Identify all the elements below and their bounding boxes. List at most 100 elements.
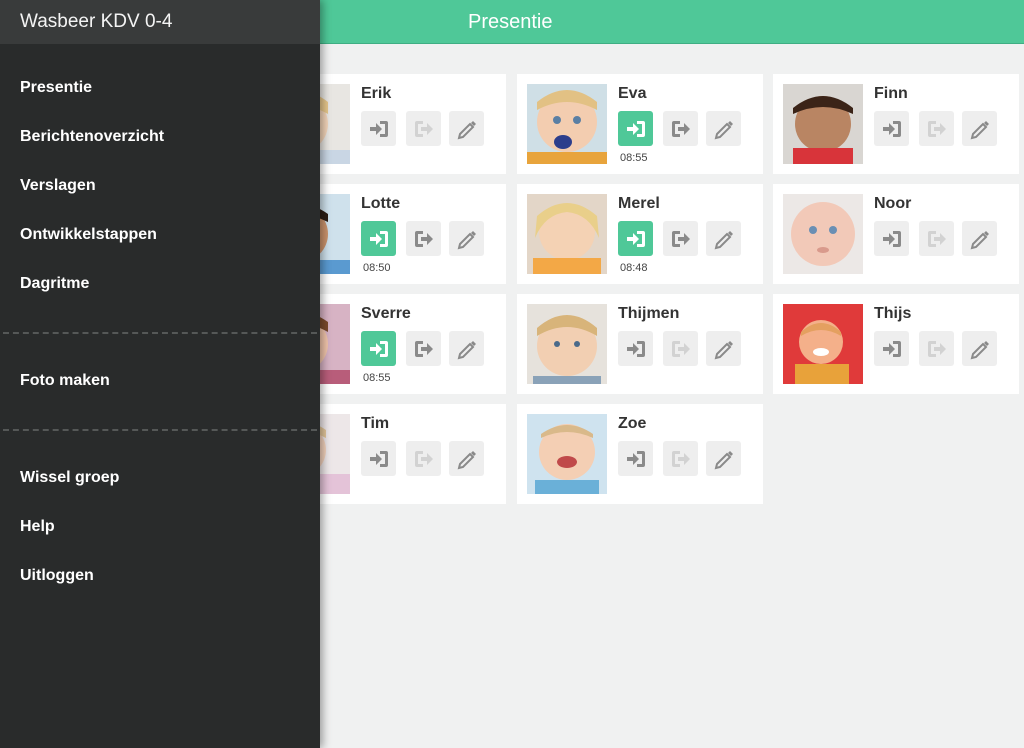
child-card-zoe[interactable]: Zoe <box>517 404 763 504</box>
pencil-icon <box>970 230 989 249</box>
sign-out-icon <box>927 120 946 137</box>
sign-in-icon <box>626 340 645 357</box>
check-in-button[interactable] <box>361 111 396 146</box>
edit-button[interactable] <box>706 221 741 256</box>
edit-button[interactable] <box>962 331 997 366</box>
child-name: Zoe <box>618 415 647 432</box>
edit-button[interactable] <box>449 331 484 366</box>
child-name: Merel <box>618 195 660 212</box>
check-in-button[interactable] <box>361 441 396 476</box>
check-in-button[interactable] <box>361 221 396 256</box>
menu-divider <box>3 332 317 334</box>
check-out-button[interactable] <box>919 111 954 146</box>
child-photo <box>783 84 863 164</box>
child-name: Thijs <box>874 305 912 322</box>
check-out-button[interactable] <box>406 441 441 476</box>
sign-in-icon <box>882 120 901 137</box>
sidebar-item-foto-maken[interactable]: Foto maken <box>20 372 110 390</box>
sidebar-item-wissel-groep[interactable]: Wissel groep <box>20 469 119 487</box>
check-in-button[interactable] <box>874 221 909 256</box>
edit-button[interactable] <box>706 331 741 366</box>
sign-out-icon <box>927 340 946 357</box>
sidebar-item-uitloggen[interactable]: Uitloggen <box>20 567 94 585</box>
child-photo <box>527 414 607 494</box>
check-in-button[interactable] <box>618 111 653 146</box>
check-out-button[interactable] <box>663 221 698 256</box>
page-title: Presentie <box>468 11 553 33</box>
check-out-button[interactable] <box>406 221 441 256</box>
child-name: Finn <box>874 85 908 102</box>
edit-button[interactable] <box>449 441 484 476</box>
pencil-icon <box>457 340 476 359</box>
child-name: Thijmen <box>618 305 680 322</box>
group-name: Wasbeer KDV 0-4 <box>0 0 320 44</box>
sidebar-item-verslagen[interactable]: Verslagen <box>20 177 96 195</box>
pencil-icon <box>714 120 733 139</box>
check-out-button[interactable] <box>663 441 698 476</box>
child-photo <box>783 304 863 384</box>
check-in-time: 08:55 <box>363 372 391 384</box>
pencil-icon <box>457 230 476 249</box>
pencil-icon <box>714 340 733 359</box>
edit-button[interactable] <box>449 111 484 146</box>
sign-out-icon <box>414 340 433 357</box>
pencil-icon <box>457 120 476 139</box>
sign-in-icon <box>882 230 901 247</box>
sign-in-icon <box>369 120 388 137</box>
pencil-icon <box>714 230 733 249</box>
edit-button[interactable] <box>962 111 997 146</box>
sign-out-icon <box>927 230 946 247</box>
child-card-eva[interactable]: Eva 08:55 <box>517 74 763 174</box>
pencil-icon <box>970 120 989 139</box>
child-name: Noor <box>874 195 912 212</box>
sidebar-item-berichtenoverzicht[interactable]: Berichtenoverzicht <box>20 128 164 146</box>
sign-out-icon <box>414 120 433 137</box>
child-name: Sverre <box>361 305 411 322</box>
edit-button[interactable] <box>962 221 997 256</box>
child-photo <box>527 304 607 384</box>
sidebar-item-ontwikkelstappen[interactable]: Ontwikkelstappen <box>20 226 157 244</box>
sign-out-icon <box>671 120 690 137</box>
edit-button[interactable] <box>449 221 484 256</box>
check-out-button[interactable] <box>919 221 954 256</box>
child-name: Lotte <box>361 195 401 212</box>
check-in-button[interactable] <box>618 221 653 256</box>
check-out-button[interactable] <box>663 331 698 366</box>
check-out-button[interactable] <box>663 111 698 146</box>
check-in-time: 08:50 <box>363 262 391 274</box>
pencil-icon <box>714 450 733 469</box>
pencil-icon <box>457 450 476 469</box>
edit-button[interactable] <box>706 111 741 146</box>
edit-button[interactable] <box>706 441 741 476</box>
check-in-button[interactable] <box>361 331 396 366</box>
check-in-button[interactable] <box>618 331 653 366</box>
child-photo <box>527 194 607 274</box>
sign-in-icon <box>882 340 901 357</box>
sign-in-icon <box>369 340 388 357</box>
sign-in-icon <box>369 450 388 467</box>
check-in-button[interactable] <box>874 331 909 366</box>
sidebar-item-dagritme[interactable]: Dagritme <box>20 275 89 293</box>
child-name: Tim <box>361 415 390 432</box>
sidebar-item-help[interactable]: Help <box>20 518 55 536</box>
check-out-button[interactable] <box>406 331 441 366</box>
menu-divider <box>3 429 317 431</box>
sign-in-icon <box>626 450 645 467</box>
check-in-button[interactable] <box>874 111 909 146</box>
child-card-noor[interactable]: Noor <box>773 184 1019 284</box>
sign-out-icon <box>414 450 433 467</box>
pencil-icon <box>970 340 989 359</box>
check-out-button[interactable] <box>919 331 954 366</box>
sidebar-menu: Wasbeer KDV 0-4 Presentie Berichtenoverz… <box>0 0 320 748</box>
sign-out-icon <box>414 230 433 247</box>
child-card-merel[interactable]: Merel 08:48 <box>517 184 763 284</box>
check-out-button[interactable] <box>406 111 441 146</box>
check-in-time: 08:48 <box>620 262 648 274</box>
sign-in-icon <box>626 120 645 137</box>
child-card-thijs[interactable]: Thijs <box>773 294 1019 394</box>
child-card-thijmen[interactable]: Thijmen <box>517 294 763 394</box>
sign-out-icon <box>671 230 690 247</box>
sidebar-item-presentie[interactable]: Presentie <box>20 79 92 97</box>
child-card-finn[interactable]: Finn <box>773 74 1019 174</box>
check-in-button[interactable] <box>618 441 653 476</box>
